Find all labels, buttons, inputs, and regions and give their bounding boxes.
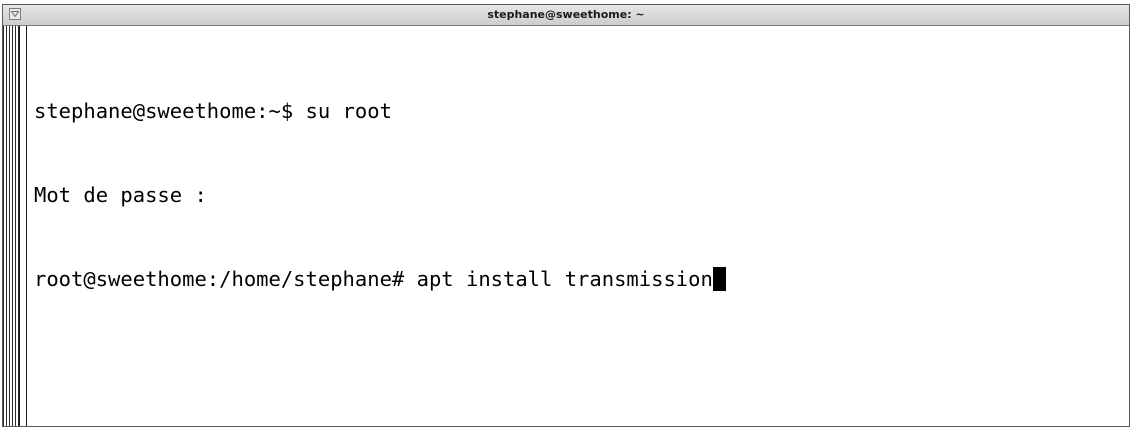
terminal-line-3: root@sweethome:/home/stephane# apt insta… — [34, 265, 1123, 293]
text-cursor — [712, 267, 726, 291]
command-prompt-line: root@sweethome:/home/stephane# apt insta… — [34, 267, 713, 291]
terminal-output[interactable]: stephane@sweethome:~$ su root Mot de pas… — [34, 41, 1123, 422]
terminal-window: stephane@sweethome: ~ stephane@sweethome… — [2, 4, 1130, 427]
window-title: stephane@sweethome: ~ — [487, 8, 645, 21]
terminal-line-1: stephane@sweethome:~$ su root — [34, 99, 392, 123]
terminal-line-2: Mot de passe : — [34, 183, 207, 207]
terminal-scrollbar[interactable] — [3, 26, 27, 426]
scrollbar-thumb[interactable] — [19, 26, 26, 426]
window-titlebar[interactable]: stephane@sweethome: ~ — [3, 5, 1129, 26]
